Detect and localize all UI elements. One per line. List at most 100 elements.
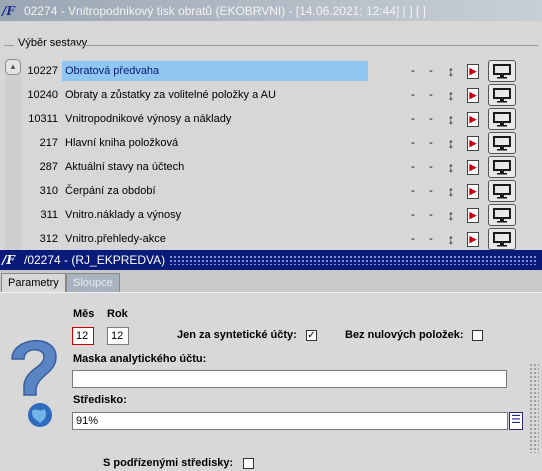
tab-sloupce[interactable]: Sloupce (66, 273, 120, 292)
pdf-icon: ▶ (467, 207, 479, 223)
preview-button[interactable] (488, 228, 516, 250)
monitor-icon (493, 232, 511, 247)
report-row[interactable]: 10227 Obratová předvaha - - ↕ ▶ (22, 59, 540, 83)
report-code: 10227 (27, 65, 58, 77)
report-row[interactable]: 10240 Obraty a zůstatky za volitelné polo… (22, 83, 540, 107)
synteticke-ucty-checkbox[interactable]: ✓ (306, 330, 317, 341)
monitor-icon (493, 184, 511, 199)
pdf-button[interactable]: ▶ (462, 135, 484, 151)
dialog-title: /02274 - (RJ_EKPREDVA) (24, 253, 166, 267)
report-row[interactable]: 217 Hlavní kniha položková - - ↕ ▶ (22, 131, 540, 155)
report-flag: - (429, 233, 433, 245)
monitor-icon (493, 208, 511, 223)
report-name[interactable]: Vnitropodnikové výnosy a náklady (62, 109, 368, 129)
pdf-icon: ▶ (467, 63, 479, 79)
report-name[interactable]: Obraty a zůstatky za volitelné položky a… (62, 85, 368, 105)
preview-button[interactable] (488, 132, 516, 154)
report-row[interactable]: 311 Vnitro.náklady a výnosy - - ↕ ▶ (22, 203, 540, 227)
sort-arrows-icon[interactable]: ↕ (440, 231, 462, 247)
preview-button[interactable] (488, 156, 516, 178)
report-flag: - (429, 185, 433, 197)
report-code: 287 (39, 161, 58, 173)
preview-button[interactable] (488, 204, 516, 226)
report-code: 310 (39, 185, 58, 197)
report-flag: - (411, 89, 415, 101)
monitor-icon (493, 160, 511, 175)
pdf-icon: ▶ (467, 87, 479, 103)
parameters-panel: Měs Rok 12 12 Jen za syntetické účty: ✓ … (0, 292, 542, 471)
rok-label: Rok (107, 308, 128, 320)
pdf-button[interactable]: ▶ (462, 159, 484, 175)
tab-strip: Parametry Sloupce (0, 270, 542, 292)
report-flag: - (429, 161, 433, 173)
group-label: Výběr sestavy (18, 37, 88, 49)
report-row[interactable]: 10311 Vnitropodnikové výnosy a náklady - - ↕… (22, 107, 540, 131)
mes-field[interactable]: 12 (72, 327, 94, 345)
monitor-icon (493, 88, 511, 103)
app-logo-icon: /F (2, 3, 15, 18)
report-name[interactable]: Vnitro.náklady a výnosy (62, 205, 368, 225)
pdf-button[interactable]: ▶ (462, 183, 484, 199)
rok-field[interactable]: 12 (107, 327, 129, 345)
sort-arrows-icon[interactable]: ↕ (440, 159, 462, 175)
report-flag: - (429, 65, 433, 77)
sort-arrows-icon[interactable]: ↕ (440, 183, 462, 199)
scroll-up-icon[interactable]: ▲ (5, 59, 21, 75)
report-code: 312 (39, 233, 58, 245)
monitor-icon (493, 64, 511, 79)
pdf-icon: ▶ (467, 159, 479, 175)
preview-button[interactable] (488, 60, 516, 82)
mes-label: Měs (73, 308, 95, 320)
titlebar-grip (169, 255, 538, 265)
stredisko-field[interactable]: 91% (72, 412, 508, 430)
report-flag: - (411, 185, 415, 197)
report-name[interactable]: Vnitro.přehledy-akce (62, 229, 368, 249)
report-code: 10240 (27, 89, 58, 101)
bez-nulovych-label: Bez nulových položek: (345, 329, 464, 341)
report-flag: - (411, 161, 415, 173)
sort-arrows-icon[interactable]: ↕ (440, 207, 462, 223)
maska-field[interactable] (72, 370, 507, 388)
report-flag: - (411, 233, 415, 245)
synteticke-ucty-label: Jen za syntetické účty: (177, 329, 297, 341)
report-name[interactable]: Hlavní kniha položková (62, 133, 368, 153)
bg-window-titlebar[interactable]: /F 02274 - Vnitropodnikový tisk obratů (… (0, 0, 542, 21)
sort-arrows-icon[interactable]: ↕ (440, 63, 462, 79)
report-flag: - (429, 89, 433, 101)
report-name[interactable]: Čerpání za období (62, 181, 368, 201)
maska-label: Maska analytického účtu: (73, 353, 207, 365)
report-flag: - (429, 209, 433, 221)
sort-arrows-icon[interactable]: ↕ (440, 111, 462, 127)
report-code: 10311 (28, 113, 58, 125)
bez-nulovych-checkbox[interactable] (472, 330, 483, 341)
pdf-button[interactable]: ▶ (462, 63, 484, 79)
dialog-titlebar[interactable]: /F /02274 - (RJ_EKPREDVA) (0, 250, 542, 270)
preview-button[interactable] (488, 108, 516, 130)
pdf-button[interactable]: ▶ (462, 87, 484, 103)
sort-arrows-icon[interactable]: ↕ (440, 87, 462, 103)
report-flag: - (429, 113, 433, 125)
sort-arrows-icon[interactable]: ↕ (440, 135, 462, 151)
report-row[interactable]: 312 Vnitro.přehledy-akce - - ↕ ▶ (22, 227, 540, 251)
report-code: 311 (40, 209, 58, 221)
report-name[interactable]: Aktuální stavy na účtech (62, 157, 368, 177)
preview-button[interactable] (488, 84, 516, 106)
pdf-button[interactable]: ▶ (462, 111, 484, 127)
report-name[interactable]: Obratová předvaha (62, 61, 368, 81)
panel-resize-grip[interactable] (529, 363, 539, 453)
tab-parametry[interactable]: Parametry (1, 273, 66, 292)
podrizene-strediska-checkbox[interactable] (243, 458, 254, 469)
pdf-button[interactable]: ▶ (462, 207, 484, 223)
preview-button[interactable] (488, 180, 516, 202)
help-question-icon (11, 340, 57, 427)
report-row[interactable]: 310 Čerpání za období - - ↕ ▶ (22, 179, 540, 203)
report-code: 217 (39, 137, 58, 149)
monitor-icon (493, 112, 511, 127)
report-row[interactable]: 287 Aktuální stavy na účtech - - ↕ ▶ (22, 155, 540, 179)
stredisko-lookup-icon[interactable]: ☰ (509, 412, 523, 430)
report-list-scrollbar[interactable]: ▲ (5, 59, 21, 250)
pdf-icon: ▶ (467, 183, 479, 199)
pdf-icon: ▶ (467, 231, 479, 247)
pdf-button[interactable]: ▶ (462, 231, 484, 247)
report-flag: - (411, 209, 415, 221)
